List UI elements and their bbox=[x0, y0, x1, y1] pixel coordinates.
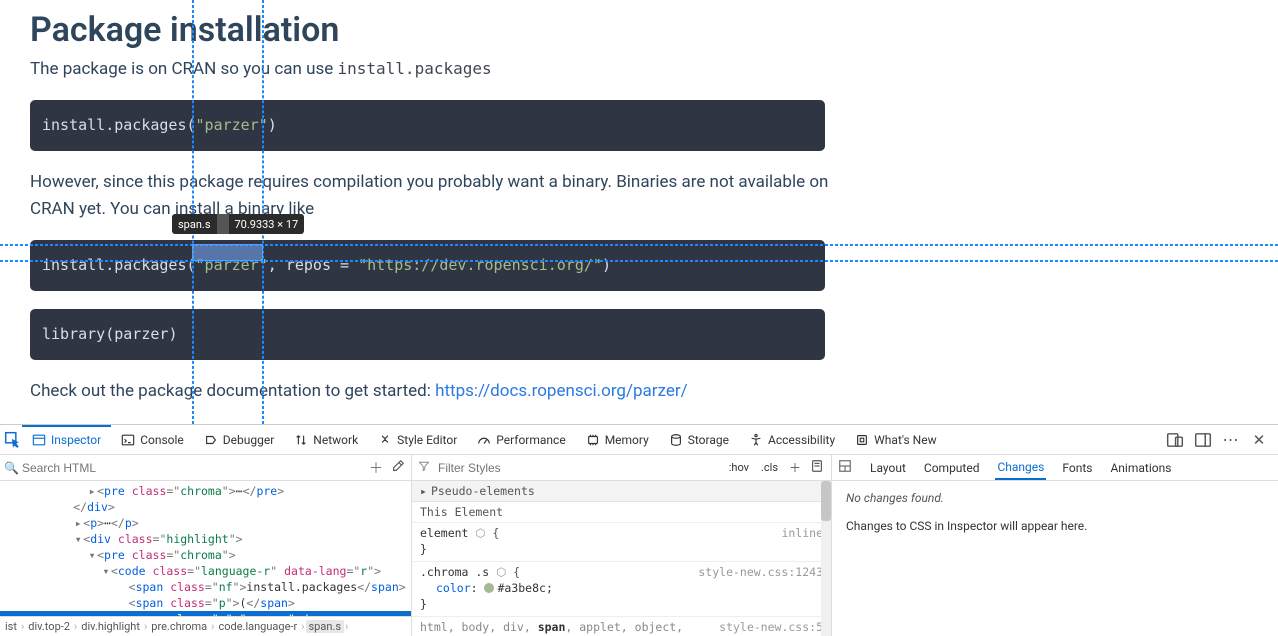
hov-toggle[interactable]: :hov bbox=[726, 461, 752, 474]
rule-reset[interactable]: html, body, div, span, applet, object,st… bbox=[412, 617, 831, 636]
rule-chroma-s[interactable]: .chroma .s ⬡ {style-new.css:1243 color: … bbox=[412, 562, 831, 617]
cls-toggle[interactable]: .cls bbox=[758, 461, 781, 474]
search-icon: 🔍 bbox=[4, 461, 18, 475]
add-node-icon[interactable]: ＋ bbox=[367, 458, 385, 478]
code-block-2: install.packages("parzer", repos = "http… bbox=[30, 240, 825, 291]
subtab-layout[interactable]: Layout bbox=[868, 455, 908, 480]
rules-panel: :hov .cls ＋ ▸Pseudo-elements This Elemen… bbox=[412, 455, 832, 636]
changes-view: No changes found. Changes to CSS in Insp… bbox=[832, 481, 1278, 636]
tab-console[interactable]: Console bbox=[111, 425, 194, 454]
devtools-tabs: Inspector Console Debugger Network Style… bbox=[0, 425, 1278, 455]
color-swatch[interactable] bbox=[484, 583, 494, 593]
tab-storage[interactable]: Storage bbox=[659, 425, 739, 454]
inspector-tooltip: span.s70.9333 × 17 bbox=[172, 214, 304, 234]
pick-element-icon[interactable] bbox=[4, 431, 22, 449]
subtab-fonts[interactable]: Fonts bbox=[1060, 455, 1094, 480]
rule-inline[interactable]: element ⬡ {inline } bbox=[412, 523, 831, 562]
page-content: Package installation The package is on C… bbox=[0, 0, 1278, 424]
changes-hint: Changes to CSS in Inspector will appear … bbox=[846, 519, 1264, 533]
more-icon[interactable]: ⋯ bbox=[1222, 431, 1240, 449]
tab-whats-new[interactable]: What's New bbox=[845, 425, 946, 454]
highlighted-string: "parzer" bbox=[196, 256, 268, 274]
page-title: Package installation bbox=[30, 10, 1278, 50]
devtools-panel: Inspector Console Debugger Network Style… bbox=[0, 424, 1278, 636]
filter-styles-input[interactable] bbox=[436, 460, 720, 476]
close-icon[interactable]: ✕ bbox=[1250, 431, 1268, 449]
filter-icon bbox=[418, 460, 430, 475]
dock-side-icon[interactable] bbox=[1194, 431, 1212, 449]
search-html-input[interactable] bbox=[22, 459, 363, 477]
toggle-print-icon[interactable] bbox=[809, 459, 825, 476]
paragraph-3: Check out the package documentation to g… bbox=[30, 378, 850, 404]
css-rules[interactable]: ▸Pseudo-elements This Element element ⬡ … bbox=[412, 481, 831, 636]
dom-tree[interactable]: ▸<pre class="chroma">⋯</pre> </div> ▸<p>… bbox=[0, 481, 411, 616]
tab-debugger[interactable]: Debugger bbox=[194, 425, 285, 454]
eyedropper-icon[interactable] bbox=[389, 459, 407, 477]
tab-performance[interactable]: Performance bbox=[467, 425, 575, 454]
intro-paragraph: The package is on CRAN so you can use in… bbox=[30, 56, 850, 82]
pseudo-section[interactable]: ▸Pseudo-elements bbox=[412, 481, 831, 502]
breadcrumb[interactable]: ist› div.top-2› div.highlight› pre.chrom… bbox=[0, 616, 411, 636]
no-changes-text: No changes found. bbox=[846, 491, 1264, 505]
search-html-row: 🔍 ＋ bbox=[0, 455, 411, 481]
tab-network[interactable]: Network bbox=[284, 425, 368, 454]
devtools-panels: 🔍 ＋ ▸<pre class="chroma">⋯</pre> </div> … bbox=[0, 455, 1278, 636]
tab-memory[interactable]: Memory bbox=[576, 425, 659, 454]
code-block-1: install.packages("parzer") bbox=[30, 100, 825, 151]
subtab-computed[interactable]: Computed bbox=[922, 455, 982, 480]
tab-accessibility[interactable]: Accessibility bbox=[739, 425, 845, 454]
tab-style-editor[interactable]: Style Editor bbox=[368, 425, 467, 454]
this-element-section: This Element bbox=[412, 502, 831, 523]
side-subtabs: Layout Computed Changes Fonts Animations bbox=[832, 455, 1278, 481]
markup-panel: 🔍 ＋ ▸<pre class="chroma">⋯</pre> </div> … bbox=[0, 455, 412, 636]
code-block-3: library(parzer) bbox=[30, 309, 825, 360]
subtab-animations[interactable]: Animations bbox=[1108, 455, 1173, 480]
filter-styles-row: :hov .cls ＋ bbox=[412, 455, 831, 481]
layout-icon[interactable] bbox=[838, 459, 854, 476]
scrollbar-thumb[interactable] bbox=[821, 481, 831, 521]
paragraph-2: However, since this package requires com… bbox=[30, 169, 850, 222]
side-panel: Layout Computed Changes Fonts Animations… bbox=[832, 455, 1278, 636]
docs-link[interactable]: https://docs.ropensci.org/parzer/ bbox=[435, 381, 688, 401]
add-rule-icon[interactable]: ＋ bbox=[787, 459, 803, 476]
responsive-mode-icon[interactable] bbox=[1166, 431, 1184, 449]
inline-code: install.packages bbox=[338, 59, 492, 78]
subtab-changes[interactable]: Changes bbox=[995, 455, 1046, 480]
tab-inspector[interactable]: Inspector bbox=[22, 425, 111, 454]
